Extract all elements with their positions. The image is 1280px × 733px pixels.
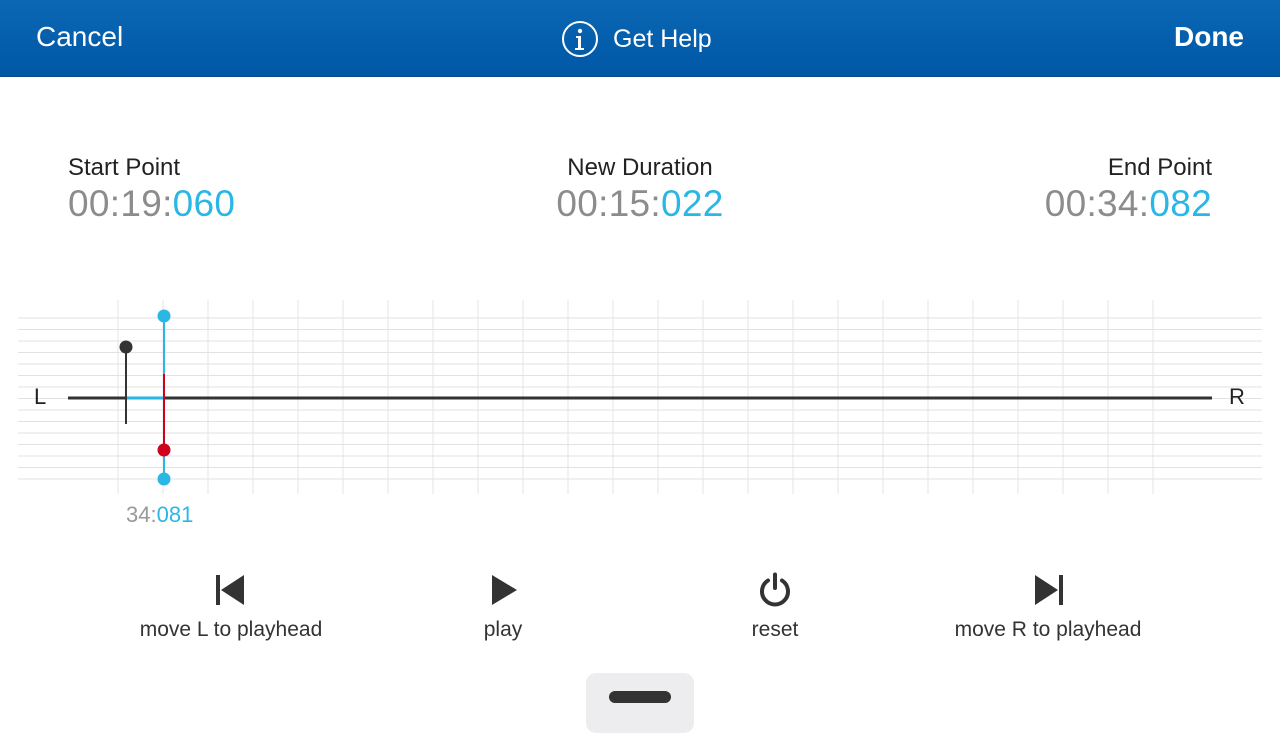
get-help-label: Get Help xyxy=(613,24,712,53)
new-duration-time: 00:15:022 xyxy=(440,182,840,226)
timeline-grid xyxy=(18,300,1262,494)
start-point-time-ms: 060 xyxy=(172,183,236,224)
end-point-time-main: 00:34: xyxy=(1044,183,1150,224)
move-l-to-playhead-button[interactable]: move L to playhead xyxy=(111,572,351,642)
end-point-time: 00:34:082 xyxy=(1045,182,1212,226)
right-channel-label: R xyxy=(1229,384,1245,409)
new-duration-time-ms: 022 xyxy=(661,183,724,224)
playhead-time-main: 34: xyxy=(126,502,157,527)
move-l-to-playhead-label: move L to playhead xyxy=(139,618,323,641)
info-circle-icon xyxy=(562,21,598,57)
start-point-time: 00:19:060 xyxy=(68,182,235,226)
move-r-to-playhead-label: move R to playhead xyxy=(954,618,1142,641)
end-point-readout: End Point 00:34:082 xyxy=(1045,154,1212,226)
done-button[interactable]: Done xyxy=(1174,21,1244,53)
end-point-time-ms: 082 xyxy=(1149,183,1212,224)
move-r-to-playhead-button[interactable]: move R to playhead xyxy=(928,572,1168,642)
play-button[interactable]: play xyxy=(383,572,623,642)
start-marker-handle[interactable] xyxy=(119,340,133,425)
trim-timeline[interactable]: L R xyxy=(0,296,1280,498)
drawer-grip xyxy=(609,691,671,703)
power-icon xyxy=(760,572,790,607)
playhead-time-readout: 34:081 xyxy=(126,502,193,528)
left-channel-label: L xyxy=(34,384,47,409)
playhead-time-ms: 081 xyxy=(156,502,194,527)
skip-forward-icon xyxy=(1035,575,1063,605)
start-point-time-main: 00:19: xyxy=(68,183,173,224)
reset-label: reset xyxy=(751,618,799,641)
skip-back-icon xyxy=(216,575,244,605)
drawer-handle[interactable] xyxy=(586,673,694,733)
reset-button[interactable]: reset xyxy=(655,572,895,642)
new-duration-label: New Duration xyxy=(567,154,713,181)
play-icon xyxy=(492,575,517,605)
get-help-button[interactable]: Get Help xyxy=(561,20,712,58)
cancel-button[interactable]: Cancel xyxy=(36,21,123,53)
start-point-label: Start Point xyxy=(68,154,181,181)
new-duration-readout: New Duration 00:15:022 xyxy=(440,154,840,226)
end-point-label: End Point xyxy=(1107,154,1212,181)
new-duration-time-main: 00:15: xyxy=(556,183,662,224)
play-label: play xyxy=(483,618,523,641)
start-point-readout: Start Point 00:19:060 xyxy=(68,154,235,226)
top-nav-bar: Cancel Get Help Done xyxy=(0,0,1280,77)
